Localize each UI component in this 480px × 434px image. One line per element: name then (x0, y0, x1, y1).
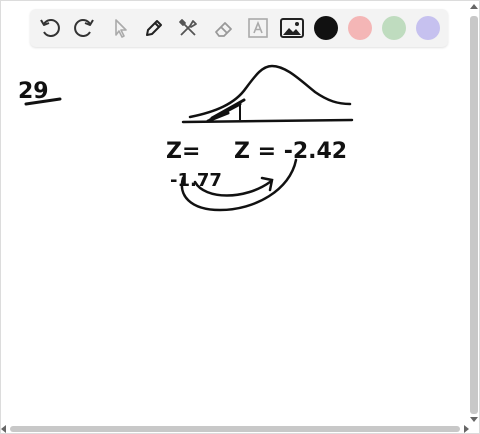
undo-icon (40, 19, 60, 37)
pointer-icon (115, 19, 127, 38)
image-button[interactable] (278, 14, 306, 42)
horizontal-scroll-thumb[interactable] (10, 426, 460, 432)
color-swatch-pink[interactable] (348, 16, 372, 40)
pen-button[interactable] (140, 14, 168, 42)
redo-button[interactable] (70, 14, 98, 42)
z-label-left: Z= (166, 139, 200, 164)
undo-button[interactable] (36, 14, 64, 42)
z-value-left: -1.77 (170, 170, 222, 191)
pen-icon (146, 20, 162, 36)
text-button[interactable] (244, 14, 272, 42)
color-swatch-lavender[interactable] (416, 16, 440, 40)
image-icon (280, 18, 304, 38)
color-swatch-green[interactable] (382, 16, 406, 40)
text-icon (248, 18, 268, 38)
scroll-left-arrow-icon[interactable] (1, 425, 6, 433)
color-swatch-black[interactable] (314, 16, 338, 40)
scroll-up-arrow-icon[interactable] (470, 4, 478, 9)
eraser-icon (215, 22, 232, 37)
ink-layer: 29 Z= Z = -2.42 -1.77 (18, 64, 354, 212)
vertical-scroll-thumb[interactable] (470, 16, 478, 414)
tools-icon (179, 19, 197, 36)
whiteboard-canvas[interactable]: 29 Z= Z = -2.42 -1.77 (0, 0, 470, 424)
vertical-scrollbar[interactable] (470, 0, 478, 424)
redo-icon (74, 19, 94, 37)
normal-curve (188, 64, 352, 119)
scroll-down-arrow-icon[interactable] (470, 417, 478, 422)
tools-button[interactable] (174, 14, 202, 42)
horizontal-scrollbar[interactable] (0, 424, 470, 434)
eraser-button[interactable] (210, 14, 238, 42)
scroll-right-arrow-icon[interactable] (464, 425, 469, 433)
drawing-toolbar (30, 9, 448, 47)
pointer-button[interactable] (106, 14, 134, 42)
z-equation: Z = -2.42 (234, 139, 347, 164)
